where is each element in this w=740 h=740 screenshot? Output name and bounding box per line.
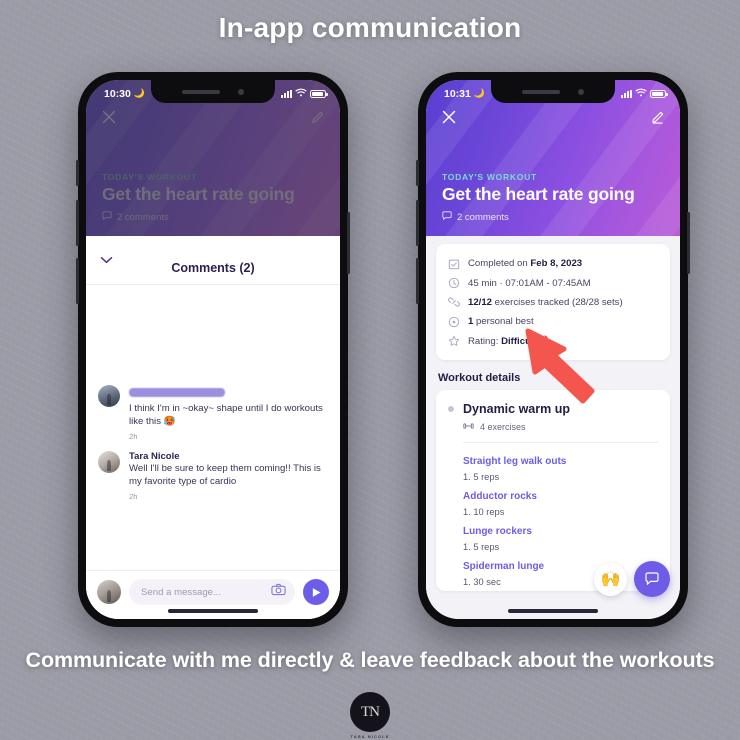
link-chain-icon <box>447 296 460 309</box>
home-indicator <box>508 609 598 613</box>
earpiece-speaker <box>522 89 560 94</box>
stat-row-exercises: 12/12 exercises tracked (28/28 sets) <box>447 293 659 312</box>
left-phone-screen: TODAY'S WORKOUT Get the heart rate going… <box>86 80 340 619</box>
signal-bars-icon <box>621 89 632 98</box>
phone-power-button <box>687 212 690 274</box>
clock-icon <box>447 277 460 290</box>
message-input[interactable]: Send a message... <box>129 579 295 605</box>
front-camera <box>578 88 584 95</box>
comment-timestamp: 2h <box>129 491 138 501</box>
earpiece-speaker <box>182 89 220 94</box>
block-bullet-icon <box>448 405 454 412</box>
current-user-avatar <box>97 580 121 604</box>
moon-icon: 🌙 <box>473 88 486 98</box>
stat-prefix: Rating: <box>468 335 502 347</box>
annotation-arrow-icon <box>525 328 595 404</box>
camera-icon[interactable] <box>271 583 286 601</box>
exercise-sets: 1. 10 reps <box>463 506 505 517</box>
stat-suffix: 45 min · 07:01AM - 07:45AM <box>468 277 591 289</box>
close-icon[interactable] <box>442 110 456 124</box>
exercise-item[interactable]: Adductor rocks 1. 10 reps <box>448 482 658 517</box>
exercise-sets: 1. 5 reps <box>463 471 500 482</box>
send-arrow-icon[interactable] <box>303 579 329 605</box>
stat-suffix: exercises tracked (28/28 sets) <box>492 296 623 308</box>
phone-volume-up-button <box>416 200 419 246</box>
phone-power-button <box>347 212 350 274</box>
moon-icon: 🌙 <box>133 88 146 98</box>
chat-bubble-icon[interactable] <box>634 561 670 597</box>
exercise-item[interactable]: Straight leg walk outs 1. 5 reps <box>448 447 658 482</box>
phone-volume-up-button <box>76 200 79 246</box>
calendar-check-icon <box>447 257 460 270</box>
comments-count-text: 2 comments <box>457 212 509 223</box>
home-indicator <box>168 609 258 613</box>
phone-notch <box>491 80 615 103</box>
battery-icon <box>650 89 668 98</box>
exercise-sets: 1. 5 reps <box>463 541 500 552</box>
message-input-placeholder: Send a message... <box>141 586 221 598</box>
poster-caption: Communicate with me directly & leave fee… <box>25 648 715 672</box>
phone-volume-down-button <box>416 258 419 304</box>
floating-action-buttons: 🙌 <box>594 561 670 597</box>
logo-monogram: TN <box>350 692 390 732</box>
comment-text: Well I'll be sure to keep them coming!! … <box>129 462 321 487</box>
comment-bubble-icon <box>442 211 452 224</box>
phone-volume-down-button <box>76 258 79 304</box>
chevron-down-icon[interactable] <box>100 251 113 269</box>
raising-hands-emoji-button[interactable]: 🙌 <box>594 562 627 596</box>
phone-notch <box>151 80 275 103</box>
stat-prefix: Completed on <box>468 258 531 270</box>
avatar <box>98 385 120 407</box>
today-workout-label: TODAY'S WORKOUT <box>442 172 537 182</box>
exercise-name: Straight leg walk outs <box>463 455 567 467</box>
comments-sheet-title: Comments (2) <box>171 261 255 275</box>
phone-mute-switch <box>76 160 79 186</box>
block-meta: 4 exercises <box>463 422 658 432</box>
workout-summary-body[interactable]: Completed on Feb 8, 2023 45 min · 07:01A… <box>426 236 680 619</box>
status-time: 10:31 <box>444 87 471 100</box>
comments-sheet-header: Comments (2) <box>86 243 340 285</box>
comment-author-redacted <box>129 388 225 397</box>
comment-item: I think I'm in ~okay~ shape until I do w… <box>98 285 328 441</box>
front-camera <box>238 88 244 95</box>
workout-title: Get the heart rate going <box>442 184 635 204</box>
logo-wordmark: TARA NICOLE <box>350 734 390 739</box>
left-phone-mockup: TODAY'S WORKOUT Get the heart rate going… <box>76 72 350 627</box>
status-time: 10:30 <box>104 87 131 100</box>
right-hero-toolbar <box>442 110 664 124</box>
signal-bars-icon <box>281 89 292 98</box>
divider <box>463 441 658 443</box>
phone-mute-switch <box>416 160 419 186</box>
brand-logo: TN TARA NICOLE <box>348 692 392 739</box>
comment-item: Tara Nicole Well I'll be sure to keep th… <box>98 441 328 501</box>
exercise-item[interactable]: Lunge rockers 1. 5 reps <box>448 517 658 552</box>
comment-author: Tara Nicole <box>129 450 180 462</box>
stat-value: Feb 8, 2023 <box>530 258 583 270</box>
stat-value: 12/12 <box>468 296 493 308</box>
comment-timestamp: 2h <box>129 431 138 441</box>
star-icon <box>447 335 460 348</box>
pencil-edit-icon[interactable] <box>651 111 664 124</box>
wifi-icon <box>295 88 307 100</box>
comments-bottom-sheet: Comments (2) I think I'm in ~okay~ shape… <box>86 243 340 619</box>
wifi-icon <box>635 88 647 100</box>
stat-row-completed: Completed on Feb 8, 2023 <box>447 254 659 273</box>
block-meta-text: 4 exercises <box>480 421 526 432</box>
comment-text: I think I'm in ~okay~ shape until I do w… <box>129 403 323 427</box>
hero-comments-count[interactable]: 2 comments <box>442 211 509 224</box>
comments-list[interactable]: I think I'm in ~okay~ shape until I do w… <box>86 285 340 570</box>
avatar <box>98 450 120 473</box>
exercise-name: Adductor rocks <box>463 490 537 502</box>
dumbbell-icon <box>463 422 474 432</box>
battery-icon <box>310 89 328 98</box>
poster-headline: In-app communication <box>218 12 522 43</box>
exercise-name: Lunge rockers <box>463 525 532 537</box>
stat-row-duration: 45 min · 07:01AM - 07:45AM <box>447 273 659 292</box>
target-icon <box>447 315 460 328</box>
